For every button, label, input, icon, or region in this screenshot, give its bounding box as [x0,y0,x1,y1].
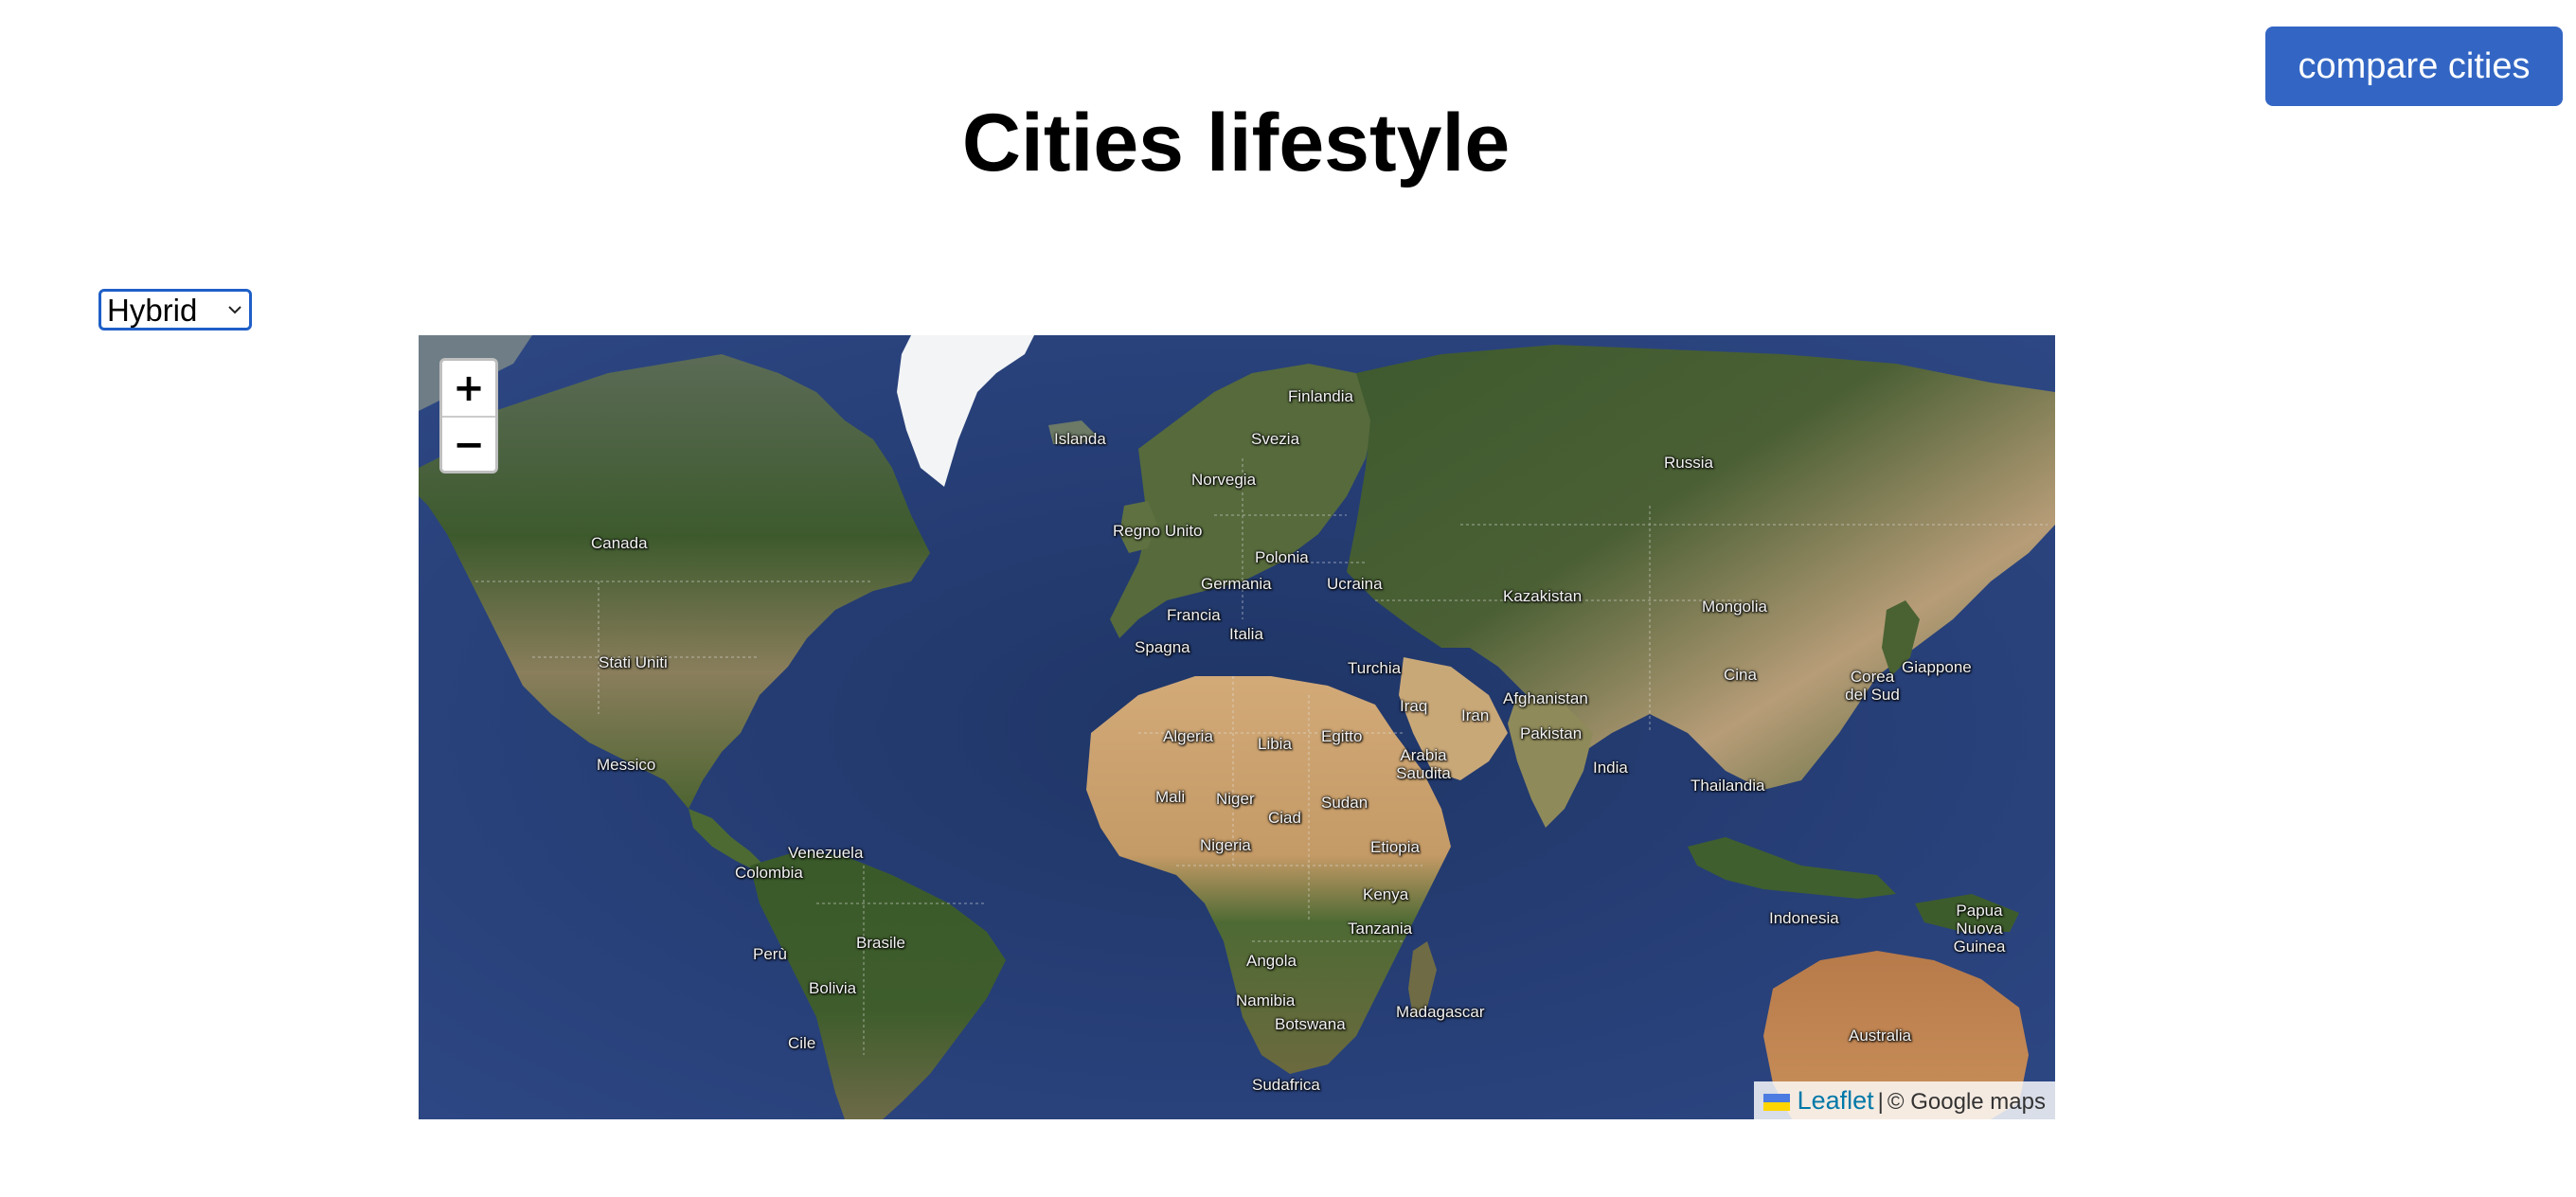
label-papua-nuova-guinea: Papua Nuova Guinea [1953,902,2006,956]
map-layer-selected-value: Hybrid [107,293,198,328]
chevron-down-icon [228,306,242,314]
label-egitto: Egitto [1321,727,1363,745]
label-bolivia: Bolivia [809,979,857,997]
label-kazakistan: Kazakistan [1503,587,1583,605]
label-pakistan: Pakistan [1520,724,1583,742]
label-cile: Cile [788,1034,816,1052]
label-india: India [1593,759,1628,777]
label-turchia: Turchia [1348,659,1402,677]
label-libia: Libia [1258,735,1292,753]
label-sudan: Sudan [1321,794,1368,812]
label-russia: Russia [1664,454,1713,472]
label-svezia: Svezia [1251,430,1300,448]
label-thailandia: Thailandia [1690,777,1765,795]
label-peru: Perù [753,945,787,963]
label-messico: Messico [597,756,656,774]
label-madagascar: Madagascar [1396,1003,1485,1021]
label-stati-uniti: Stati Uniti [599,653,668,671]
zoom-in-button[interactable]: + [442,361,495,418]
label-kenya: Kenya [1363,885,1409,903]
label-angola: Angola [1246,952,1297,970]
label-polonia: Polonia [1255,548,1309,566]
map-attribution: Leaflet | © Google maps [1753,1081,2055,1119]
label-regno-unito: Regno Unito [1113,522,1203,540]
label-algeria: Algeria [1163,727,1213,745]
label-germania: Germania [1201,575,1272,593]
label-iran: Iran [1461,706,1490,724]
label-ucraina: Ucraina [1327,575,1383,593]
label-etiopia: Etiopia [1370,838,1420,856]
leaflet-link[interactable]: Leaflet [1798,1086,1874,1115]
label-colombia: Colombia [735,864,803,882]
label-norvegia: Norvegia [1191,471,1257,489]
map-layer-select[interactable]: Hybrid [98,289,252,331]
label-spagna: Spagna [1135,638,1190,656]
label-namibia: Namibia [1236,992,1296,1009]
label-canada: Canada [591,534,648,552]
page: compare cities Cities lifestyle Hybrid I… [0,0,2576,1197]
attribution-separator: | [1877,1089,1884,1115]
label-corea-del-sud: Corea del Sud [1845,668,1900,704]
label-tanzania: Tanzania [1348,920,1413,938]
ukraine-flag-icon [1762,1094,1790,1111]
label-niger: Niger [1216,790,1255,808]
label-botswana: Botswana [1275,1015,1346,1033]
label-islanda: Islanda [1054,430,1106,448]
label-sudafrica: Sudafrica [1252,1076,1320,1094]
label-indonesia: Indonesia [1769,909,1839,927]
label-mongolia: Mongolia [1702,598,1767,616]
label-iraq: Iraq [1400,697,1428,715]
page-title: Cities lifestyle [961,98,1511,188]
label-finlandia: Finlandia [1288,387,1353,405]
label-mali: Mali [1155,788,1186,806]
zoom-out-button[interactable]: − [442,418,495,471]
world-map[interactable]: Islanda Finlandia Svezia Norvegia Russia… [419,335,2055,1119]
label-ciad: Ciad [1268,809,1301,827]
label-australia: Australia [1849,1027,1912,1045]
label-francia: Francia [1167,606,1221,624]
label-cina: Cina [1724,666,1757,684]
label-afghanistan: Afghanistan [1503,689,1588,707]
label-italia: Italia [1229,625,1263,643]
label-venezuela: Venezuela [788,844,864,862]
label-giappone: Giappone [1902,658,1972,676]
zoom-control: + − [439,358,498,473]
label-arabia-saudita: Arabia Saudita [1396,746,1451,782]
label-nigeria: Nigeria [1200,836,1251,854]
label-brasile: Brasile [856,934,905,952]
attribution-provider: © Google maps [1887,1089,2046,1115]
